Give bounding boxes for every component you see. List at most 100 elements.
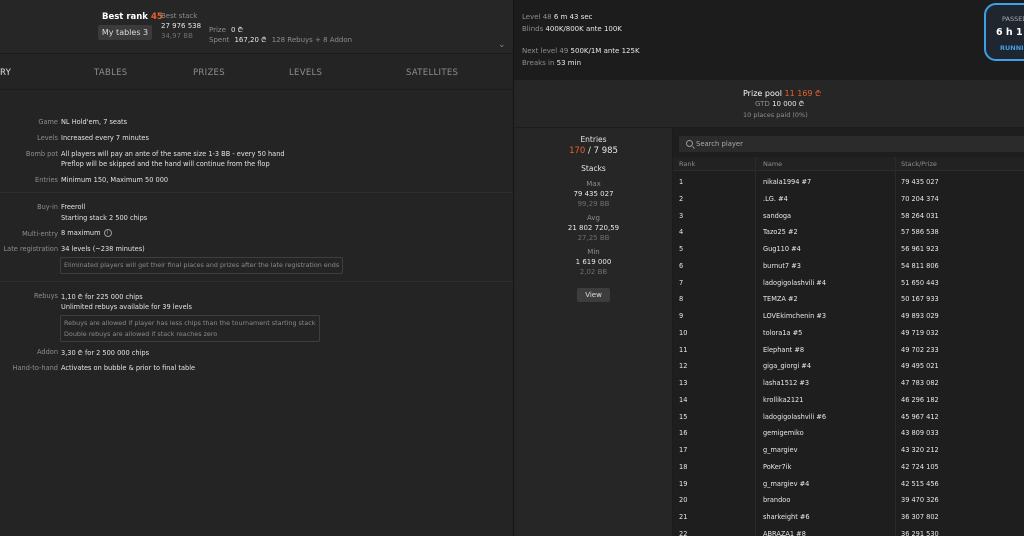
name-cell: brandoo	[763, 496, 791, 505]
table-row[interactable]: 11 Elephant #8 49 702 233	[673, 341, 1024, 358]
my-tables-button[interactable]: My tables 3	[98, 25, 152, 40]
table-row[interactable]: 14 krollika2121 46 296 182	[673, 391, 1024, 408]
blinds-value: 400K/800K ante 100K	[545, 25, 622, 33]
rebuys-line1: 1,10 ₾ for 225 000 chips	[61, 293, 143, 301]
best-stack-bb: 34,97 BB	[161, 32, 193, 40]
table-row[interactable]: 4 Tazo25 #2 57 586 538	[673, 223, 1024, 240]
levels-label: Levels	[37, 134, 58, 142]
name-cell: krollika2121	[763, 395, 804, 404]
rank-cell: 1	[679, 178, 684, 186]
passed-label: PASSED	[1002, 15, 1024, 23]
rank-cell: 21	[679, 513, 688, 521]
stack-cell: 51 650 443	[901, 278, 939, 287]
table-row[interactable]: 15 ladogigolashvili #6 45 967 412	[673, 408, 1024, 425]
rank-cell: 19	[679, 479, 688, 488]
buyin-line2: Starting stack 2 500 chips	[61, 214, 148, 222]
column-rank[interactable]: Rank	[679, 160, 695, 168]
name-cell: PoKer7ik	[763, 462, 792, 471]
table-row[interactable]: 12 giga_giorgi #4 49 495 021	[673, 357, 1024, 374]
info-icon[interactable]: i	[103, 229, 112, 237]
name-cell: Tazo25 #2	[763, 228, 798, 237]
name-cell: TEMZA #2	[763, 295, 798, 304]
rank-cell: 2	[679, 194, 684, 203]
table-row[interactable]: 5 Gug110 #4 56 961 923	[673, 240, 1024, 257]
stack-cell: 43 809 033	[901, 429, 939, 438]
table-row[interactable]: 3 sandoga 58 264 031	[673, 207, 1024, 224]
rank-cell: 16	[679, 429, 688, 438]
divider	[0, 192, 513, 193]
rank-cell: 3	[679, 211, 684, 220]
table-row[interactable]: 13 lasha1512 #3 47 783 082	[673, 374, 1024, 391]
best-rank-label: Best rank	[102, 12, 148, 22]
places-paid: 10 places paid (0%)	[743, 111, 808, 119]
chevron-down-icon[interactable]: ⌄	[498, 40, 506, 50]
next-level: Next level 49 500K/1M ante 125K	[522, 47, 640, 55]
table-row[interactable]: 20 brandoo 39 470 326	[673, 491, 1024, 508]
best-stack-label: Best stack	[161, 12, 198, 20]
stack-cell: 49 893 029	[901, 312, 939, 320]
name-cell: sandoga	[763, 211, 792, 220]
prize-pool-value: 11 169 ₾	[784, 89, 822, 98]
spent: Spent 167,20 ₾ 128 Rebuys + 8 Addon	[209, 27, 352, 46]
table-row[interactable]: 10 tolora1a #5 49 719 032	[673, 324, 1024, 341]
table-row[interactable]: 18 PoKer7ik 42 724 105	[673, 458, 1024, 475]
multientry-label: Multi-entry	[22, 230, 58, 238]
breaks: Breaks in 53 min	[522, 59, 581, 67]
stack-cell: 36 291 530	[901, 529, 939, 536]
gtd-label: GTD	[755, 100, 770, 108]
table-row[interactable]: 17 g_margiev 43 320 212	[673, 441, 1024, 458]
table-row[interactable]: 1 nikala1994 #7 79 435 027	[673, 173, 1024, 190]
name-cell: Elephant #8	[763, 345, 805, 354]
tab-prizes[interactable]: PRIZES	[193, 68, 225, 78]
table-row[interactable]: 16 gemigemiko 43 809 033	[673, 424, 1024, 441]
tab-levels[interactable]: LEVELS	[289, 68, 322, 78]
tournament-lobby: Best rank 45 My tables 3 Best stack 27 9…	[0, 0, 1024, 536]
table-row[interactable]: 19 g_margiev #4 42 515 456	[673, 475, 1024, 492]
stack-cell: 45 967 412	[901, 412, 939, 421]
multientry-text: 8 maximum	[61, 229, 101, 237]
column-stack[interactable]: Stack/Prize	[901, 160, 937, 168]
breaks-label: Breaks in	[522, 59, 555, 67]
gtd-value: 10 000 ₾	[772, 100, 805, 108]
name-cell: nikala1994 #7	[763, 178, 812, 186]
rebuys-note: Rebuys are allowed if player has less ch…	[60, 315, 320, 342]
max-label: Max	[586, 180, 601, 188]
column-name[interactable]: Name	[763, 160, 782, 168]
next-level-value: 500K/1M ante 125K	[570, 47, 640, 55]
table-row[interactable]: 21 sharkeight #6 36 307 802	[673, 508, 1024, 525]
rank-cell: 7	[679, 278, 684, 287]
table-row[interactable]: 6 burnut7 #3 54 811 806	[673, 257, 1024, 274]
name-cell: ladogigolashvili #6	[763, 412, 827, 421]
name-cell: lasha1512 #3	[763, 379, 810, 387]
search-icon	[686, 140, 693, 147]
name-cell: gemigemiko	[763, 429, 804, 438]
spent-value: 167,20 ₾	[234, 36, 267, 44]
addon-label: Addon	[37, 348, 58, 356]
stack-cell: 36 307 802	[901, 513, 939, 521]
avg-value: 21 802 720,59	[567, 224, 620, 232]
rank-cell: 14	[679, 395, 688, 404]
latereg-value: 34 levels (~238 minutes)	[61, 245, 145, 253]
tab-tables[interactable]: TABLES	[94, 68, 127, 78]
table-row[interactable]: 7 ladogigolashvili #4 51 650 443	[673, 274, 1024, 291]
passed-timer: PASSED 6 h 1 m RUNNING	[984, 3, 1024, 61]
stack-cell: 39 470 326	[901, 496, 939, 505]
stack-cell: 42 724 105	[901, 462, 939, 471]
addon-value: 3,30 ₾ for 2 500 000 chips	[61, 349, 150, 357]
bombpot-line2: Preflop will be skipped and the hand wil…	[61, 160, 270, 168]
stack-cell: 49 719 032	[901, 328, 939, 337]
table-row[interactable]: 9 LOVEkimchenin #3 49 893 029	[673, 307, 1024, 324]
table-row[interactable]: 2 .LG. #4 70 204 374	[673, 190, 1024, 207]
rank-cell: 6	[679, 261, 684, 270]
table-row[interactable]: 22 ABRAZA1 #8 36 291 530	[673, 525, 1024, 536]
tab-satellites[interactable]: SATELLITES	[406, 68, 458, 78]
table-row[interactable]: 8 TEMZA #2 50 167 933	[673, 290, 1024, 307]
name-cell: g_margiev #4	[763, 479, 810, 488]
name-cell: g_margiev	[763, 446, 798, 454]
multientry-value: 8 maximum i	[61, 229, 112, 237]
tab-summary[interactable]: RY	[0, 68, 11, 78]
stack-cell: 43 320 212	[901, 446, 939, 454]
view-button[interactable]: View	[577, 288, 610, 302]
search-input[interactable]	[696, 137, 996, 151]
stack-cell: 49 495 021	[901, 362, 939, 371]
